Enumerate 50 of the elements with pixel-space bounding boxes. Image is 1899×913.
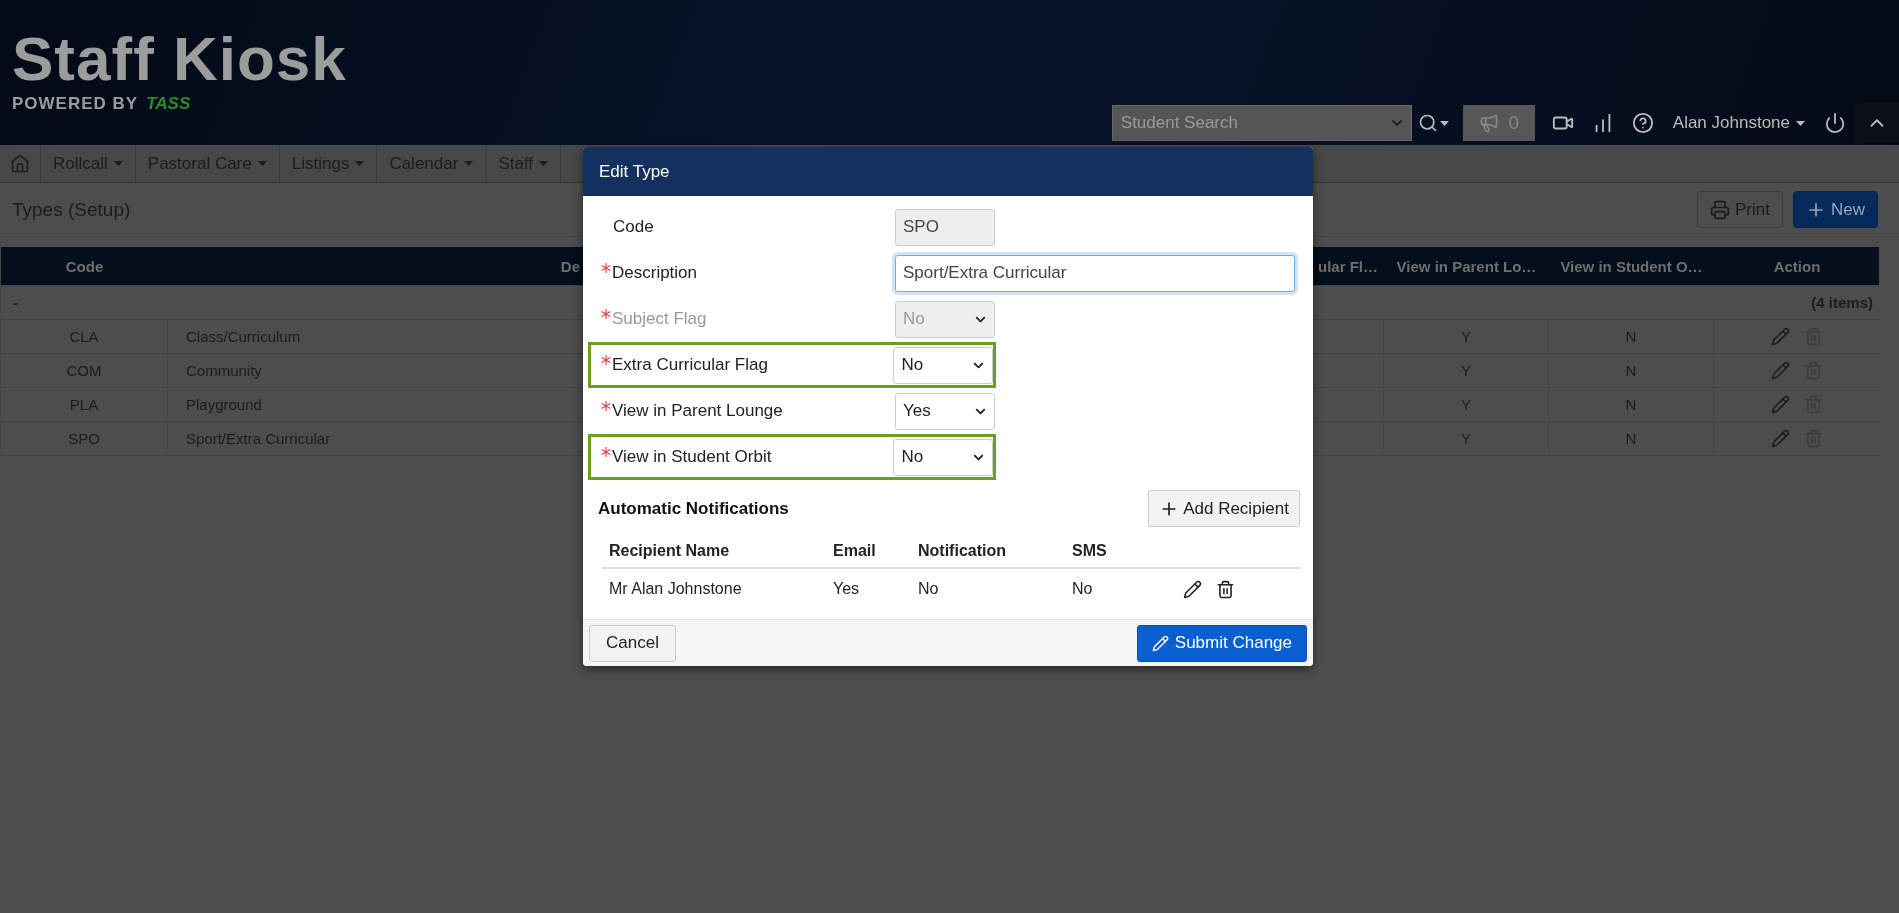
column-header: SMS [1071, 542, 1108, 560]
text-field[interactable]: Sport/Extra Curricular [895, 254, 1295, 292]
column-header: View in Parent Lo… [1395, 256, 1538, 277]
caret-icon [1439, 120, 1449, 126]
logo-brand: TASS [146, 94, 191, 114]
caret-icon [1796, 120, 1805, 126]
column-header: De [559, 256, 581, 277]
table-cell-text: Yes [832, 580, 861, 598]
caret-icon [113, 161, 123, 166]
field-label: Description [612, 263, 698, 283]
power-icon [1824, 112, 1846, 134]
logo-title: Staff Kiosk [12, 24, 347, 94]
column-header: Code [64, 256, 105, 277]
delete-icon[interactable] [1216, 579, 1235, 599]
table-cell-text: Mr Alan Johnstone [608, 580, 743, 598]
home-icon [10, 153, 30, 174]
field-label: View in Parent Lounge [612, 401, 783, 421]
column-header: Recipient Name [608, 542, 731, 560]
column-header: Email [832, 542, 877, 560]
field-label: View in Student Orbit [612, 447, 772, 467]
cancel-button[interactable]: Cancel [589, 624, 676, 662]
megaphone-icon [1478, 113, 1499, 133]
field-label: Extra Curricular Flag [612, 355, 768, 375]
column-header: Notification [917, 542, 1007, 560]
column-header: View in Student O… [1559, 256, 1704, 277]
column-header: ular Fl… [1317, 256, 1379, 277]
caret-icon [464, 161, 474, 166]
column-header: Action [1772, 256, 1822, 277]
caret-icon [355, 161, 365, 166]
caret-icon [539, 161, 549, 166]
dialog-title: Edit Type [599, 161, 670, 182]
section-title: Automatic Notifications [598, 498, 789, 519]
field-label: Subject Flag [612, 309, 707, 329]
printer-icon [1710, 199, 1730, 220]
select-field[interactable]: No [893, 438, 993, 476]
help-icon [1631, 112, 1654, 134]
table-cell-text: No [917, 580, 940, 598]
search-icon [1417, 113, 1438, 133]
select-field[interactable]: No [893, 346, 993, 384]
user-menu[interactable]: Alan Johnstone [1672, 113, 1790, 133]
caret-icon [257, 161, 267, 166]
table-cell-text: No [1071, 580, 1094, 598]
logo-subtitle: POWERED BY [12, 94, 139, 114]
select-field[interactable]: Yes [895, 392, 995, 430]
new-button[interactable]: New [1793, 191, 1878, 228]
submit-button[interactable]: Submit Change [1136, 624, 1307, 662]
add-recipient-button[interactable]: Add Recipient [1148, 490, 1300, 527]
field-label: Code [613, 217, 654, 237]
pencil-icon [1151, 634, 1169, 652]
edit-icon[interactable] [1183, 579, 1202, 599]
